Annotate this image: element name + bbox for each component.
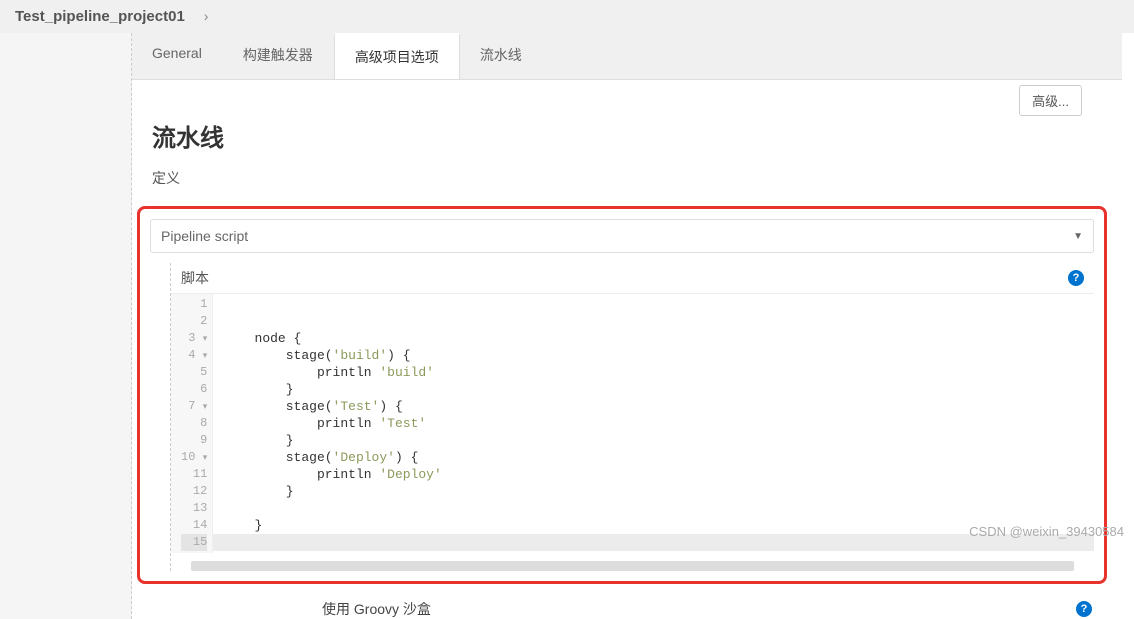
- horizontal-scrollbar[interactable]: [191, 561, 1074, 571]
- watermark: CSDN @weixin_39430584: [969, 524, 1124, 539]
- code-line[interactable]: stage('Deploy') {: [223, 449, 1084, 466]
- gutter-line: 13: [181, 500, 207, 517]
- gutter-line: 2: [181, 313, 207, 330]
- groovy-sandbox-label: 使用 Groovy 沙盒: [322, 599, 431, 619]
- definition-label: 定义: [152, 168, 1102, 188]
- code-line[interactable]: println 'Test': [223, 415, 1084, 432]
- gutter-line: 1: [181, 296, 207, 313]
- definition-value: Pipeline script: [161, 228, 248, 244]
- highlighted-config-area: Pipeline script ▼ 脚本 ? 123 ▾4 ▾567 ▾8910…: [137, 206, 1107, 584]
- code-line[interactable]: [213, 534, 1094, 551]
- pipeline-section-title: 流水线: [152, 118, 1102, 153]
- gutter-line: 9: [181, 432, 207, 449]
- help-icon-groovy[interactable]: ?: [1076, 601, 1092, 617]
- gutter-line: 15: [181, 534, 207, 551]
- code-line[interactable]: }: [223, 517, 1084, 534]
- gutter-line: 7 ▾: [181, 398, 207, 415]
- code-line[interactable]: node {: [223, 330, 1084, 347]
- breadcrumb: Test_pipeline_project01 ›: [0, 0, 1134, 33]
- gutter-line: 8: [181, 415, 207, 432]
- code-editor[interactable]: 123 ▾4 ▾567 ▾8910 ▾1112131415 node { sta…: [171, 293, 1094, 553]
- code-line[interactable]: println 'Deploy': [223, 466, 1084, 483]
- tab-pipeline[interactable]: 流水线: [460, 33, 543, 79]
- code-content[interactable]: node { stage('build') { println 'build' …: [213, 294, 1094, 553]
- tab-general[interactable]: General: [132, 33, 223, 79]
- definition-dropdown[interactable]: Pipeline script ▼: [150, 219, 1094, 253]
- code-line[interactable]: [223, 500, 1084, 517]
- config-tabs: General 构建触发器 高级项目选项 流水线: [132, 33, 1122, 80]
- chevron-down-icon: ▼: [1073, 231, 1083, 242]
- code-line[interactable]: println 'build': [223, 364, 1084, 381]
- code-line[interactable]: }: [223, 483, 1084, 500]
- gutter-line: 3 ▾: [181, 330, 207, 347]
- code-line[interactable]: stage('Test') {: [223, 398, 1084, 415]
- left-sidebar-spacer: [0, 33, 132, 619]
- gutter-line: 12: [181, 483, 207, 500]
- script-label: 脚本: [181, 268, 209, 288]
- gutter-line: 6: [181, 381, 207, 398]
- tab-build-triggers[interactable]: 构建触发器: [223, 33, 334, 79]
- code-line[interactable]: }: [223, 381, 1084, 398]
- breadcrumb-project[interactable]: Test_pipeline_project01: [15, 8, 185, 25]
- gutter-line: 11: [181, 466, 207, 483]
- help-icon[interactable]: ?: [1068, 270, 1084, 286]
- gutter-line: 14: [181, 517, 207, 534]
- code-line[interactable]: }: [223, 432, 1084, 449]
- breadcrumb-separator: ›: [204, 8, 209, 24]
- tab-advanced-options[interactable]: 高级项目选项: [334, 33, 460, 79]
- gutter-line: 4 ▾: [181, 347, 207, 364]
- code-gutter: 123 ▾4 ▾567 ▾8910 ▾1112131415: [171, 294, 213, 553]
- gutter-line: 10 ▾: [181, 449, 207, 466]
- code-line[interactable]: [223, 313, 1084, 330]
- code-line[interactable]: [223, 296, 1084, 313]
- code-line[interactable]: stage('build') {: [223, 347, 1084, 364]
- gutter-line: 5: [181, 364, 207, 381]
- advanced-button[interactable]: 高级...: [1019, 85, 1082, 116]
